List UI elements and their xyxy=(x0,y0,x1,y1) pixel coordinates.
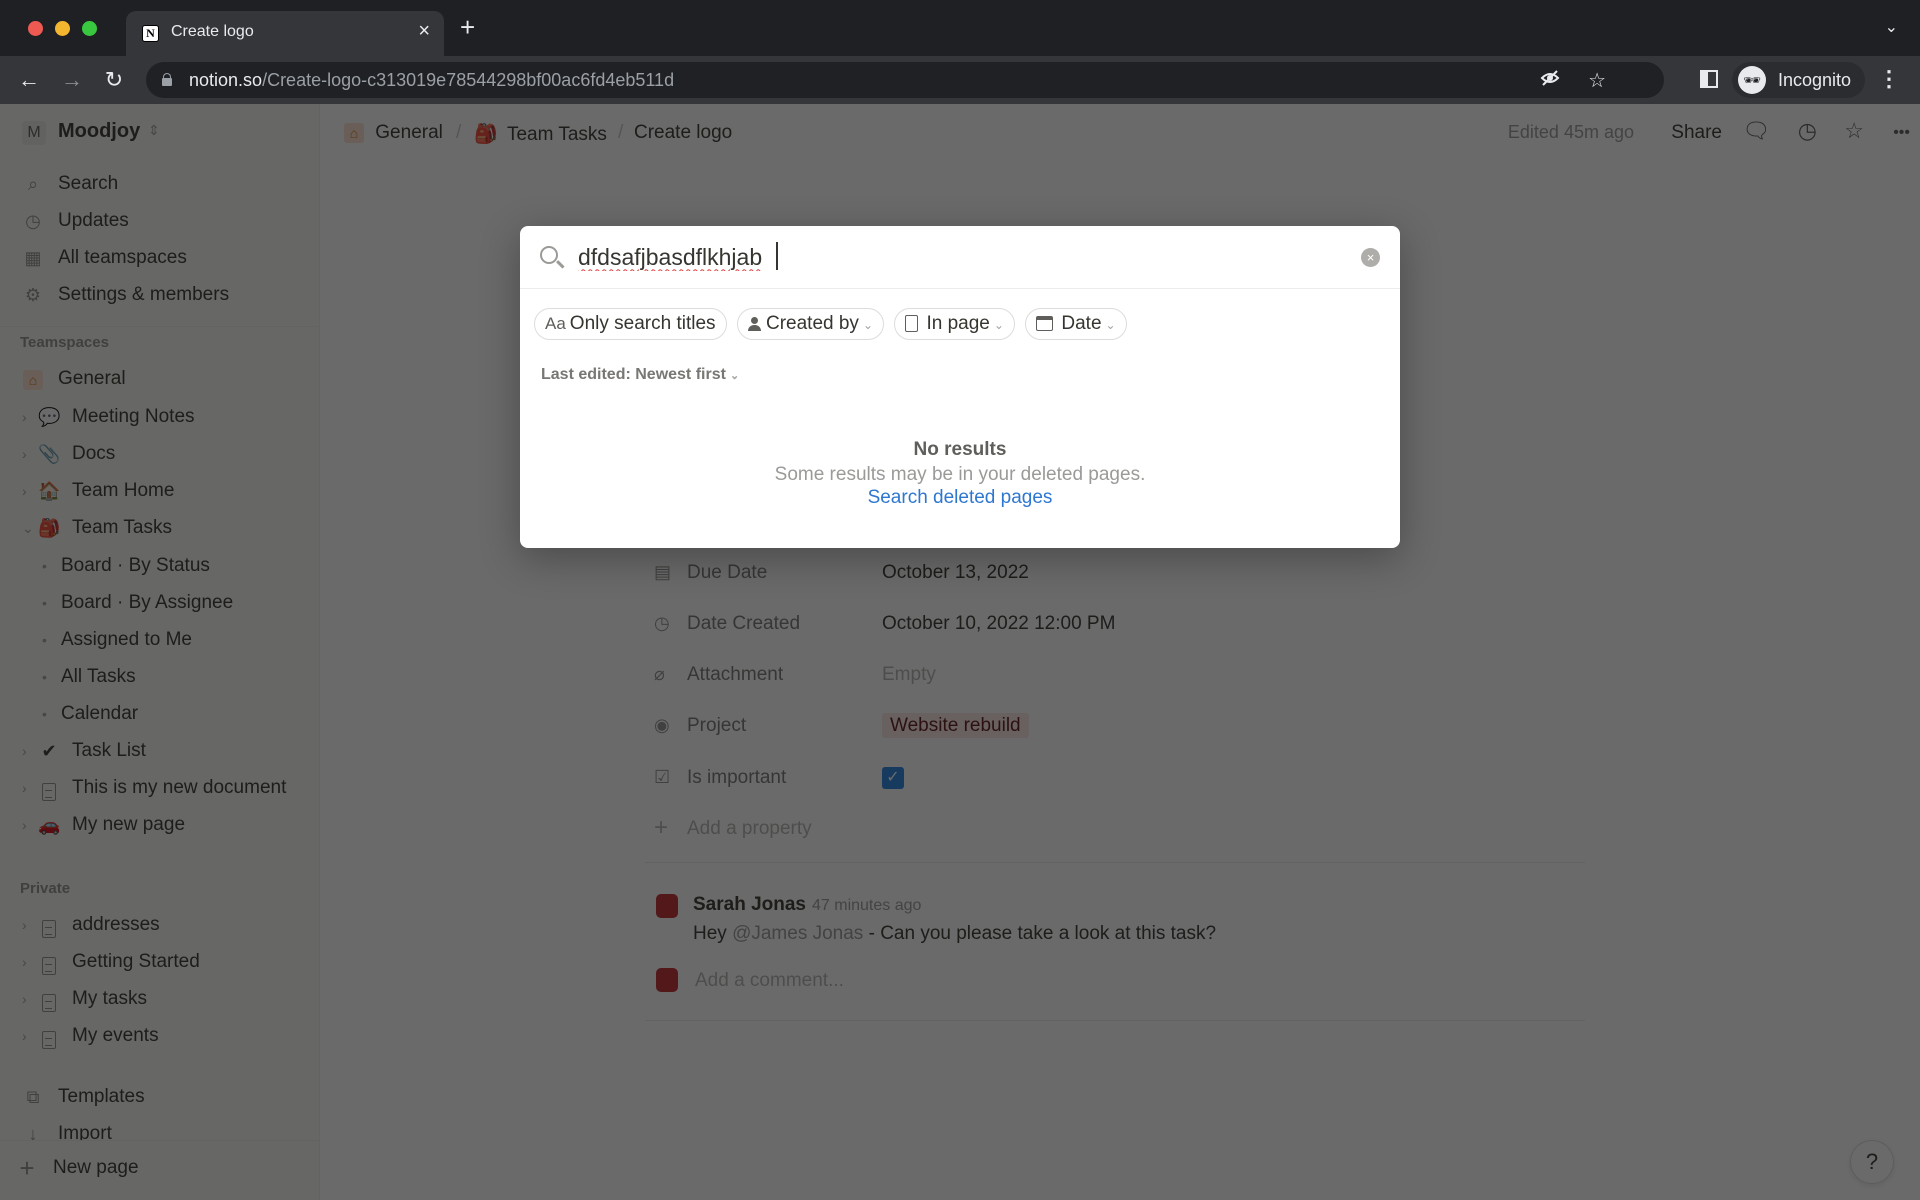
window-minimize-button[interactable] xyxy=(55,21,70,36)
clear-search-button[interactable]: × xyxy=(1361,248,1380,267)
sort-dropdown[interactable]: Last edited: Newest first ⌄ xyxy=(541,366,739,384)
chevron-down-icon: ⌄ xyxy=(862,318,873,332)
search-icon xyxy=(540,246,558,264)
browser-tab-active[interactable]: N Create logo × xyxy=(126,11,444,56)
text-caret xyxy=(776,242,778,270)
filter-in-page[interactable]: In page ⌄ xyxy=(894,308,1015,340)
chevron-down-icon: ⌄ xyxy=(729,370,740,382)
browser-title-bar: N Create logo × + ⌄ xyxy=(0,0,1920,56)
window-maximize-button[interactable] xyxy=(82,21,97,36)
calendar-icon xyxy=(1036,316,1054,331)
filter-created-by[interactable]: Created by ⌄ xyxy=(736,308,884,340)
filter-only-search-titles[interactable]: Aa Only search titles xyxy=(534,308,727,340)
sort-label: Last edited: Newest first xyxy=(541,366,726,383)
search-modal: × AaOnly search titles Created by⌄ In pa… xyxy=(520,226,1400,548)
tab-title: Create logo xyxy=(171,23,254,40)
page-icon xyxy=(905,315,919,332)
tab-search-chevron-icon[interactable]: ⌄ xyxy=(1885,17,1898,37)
incognito-icon: 🕶 xyxy=(1738,66,1766,94)
no-results-title: No results xyxy=(913,439,1007,460)
filter-label: In page xyxy=(926,313,990,334)
window-close-button[interactable] xyxy=(28,21,43,36)
chevron-down-icon: ⌄ xyxy=(993,318,1004,332)
url-host: notion.so xyxy=(189,70,263,90)
incognito-profile-button[interactable]: 🕶 Incognito xyxy=(1732,62,1866,98)
no-results-subtitle: Some results may be in your deleted page… xyxy=(774,464,1146,485)
filter-label: Only search titles xyxy=(569,313,716,334)
lock-icon[interactable] xyxy=(162,73,172,86)
bookmark-star-icon[interactable]: ☆ xyxy=(1588,68,1606,93)
forward-button[interactable]: → xyxy=(58,66,86,94)
notion-app: M Moodjoy ⇕ ⌕ Search ◷ Updates ▦ All tea… xyxy=(0,104,1920,1200)
side-panel-icon[interactable] xyxy=(1700,70,1718,88)
new-tab-button[interactable]: + xyxy=(460,14,475,40)
search-input[interactable] xyxy=(578,240,1318,274)
notion-favicon-icon: N xyxy=(142,25,159,42)
person-icon xyxy=(747,317,761,331)
browser-toolbar: ← → ↻ notion.so/Create-logo-c313019e7854… xyxy=(0,56,1920,104)
search-filters: Aa Only search titles Created by ⌄ In page… xyxy=(534,308,1133,342)
search-bar: × xyxy=(520,226,1400,289)
filter-label: Created by xyxy=(765,313,859,334)
address-bar[interactable]: notion.so/Create-logo-c313019e78544298bf… xyxy=(146,62,1664,98)
url-text[interactable]: notion.so/Create-logo-c313019e78544298bf… xyxy=(189,70,674,91)
url-path: /Create-logo-c313019e78544298bf00ac6fd4e… xyxy=(262,70,675,90)
back-button[interactable]: ← xyxy=(15,66,43,94)
tab-close-icon[interactable]: × xyxy=(418,20,430,43)
search-deleted-pages-link[interactable]: Search deleted pages xyxy=(520,487,1400,509)
chevron-down-icon: ⌄ xyxy=(1105,318,1116,332)
reload-button[interactable]: ↻ xyxy=(100,66,128,94)
text-case-icon: Aa xyxy=(545,314,566,333)
filter-date[interactable]: Date ⌄ xyxy=(1025,308,1127,340)
browser-menu-icon[interactable]: ⋮ xyxy=(1878,66,1900,92)
filter-label: Date xyxy=(1061,313,1102,334)
eye-off-icon[interactable] xyxy=(1540,68,1560,94)
incognito-label: Incognito xyxy=(1778,70,1852,90)
